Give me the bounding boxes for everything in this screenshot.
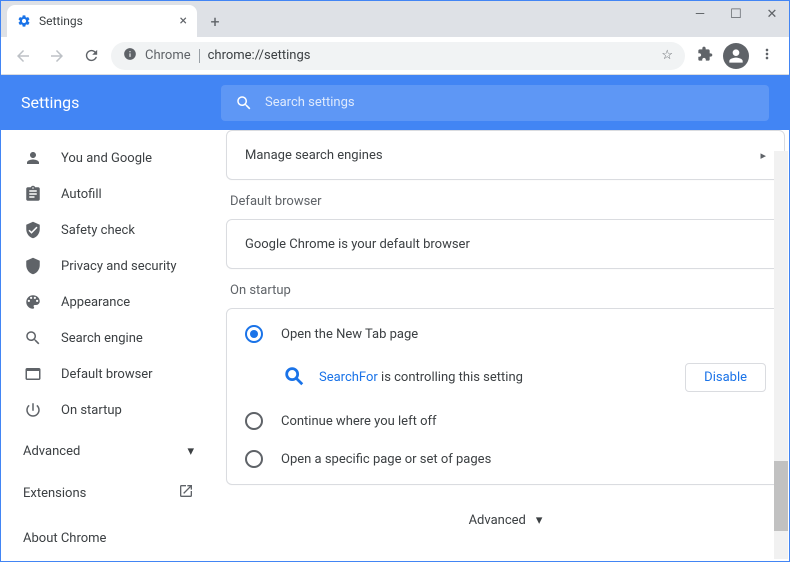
clipboard-icon bbox=[23, 184, 43, 204]
chevron-right-icon: ▸ bbox=[760, 149, 766, 162]
sidebar-item-privacy[interactable]: Privacy and security bbox=[1, 248, 216, 284]
advanced-label: Advanced bbox=[23, 444, 80, 459]
magnifier-icon bbox=[283, 365, 305, 391]
sidebar-item-default-browser[interactable]: Default browser bbox=[1, 356, 216, 392]
sidebar-item-label: You and Google bbox=[61, 151, 152, 166]
shield-check-icon bbox=[23, 220, 43, 240]
scroll-thumb[interactable] bbox=[774, 461, 788, 531]
back-button bbox=[9, 42, 37, 70]
scrollbar[interactable] bbox=[774, 151, 788, 559]
profile-avatar-icon[interactable] bbox=[723, 43, 749, 69]
sidebar: You and Google Autofill Safety check Pri… bbox=[1, 130, 216, 561]
chevron-down-icon: ▾ bbox=[187, 444, 194, 459]
tab-strip: Settings × + — ☐ ✕ bbox=[1, 1, 789, 37]
omnibox-product: Chrome bbox=[145, 48, 191, 63]
default-browser-text: Google Chrome is your default browser bbox=[245, 237, 470, 252]
sidebar-item-label: Search engine bbox=[61, 331, 143, 346]
address-bar: Chrome chrome://settings ☆ bbox=[1, 37, 789, 75]
radio-button[interactable] bbox=[245, 450, 263, 468]
close-icon[interactable]: × bbox=[180, 13, 187, 29]
search-settings-box[interactable] bbox=[221, 85, 769, 121]
startup-option-newtab[interactable]: Open the New Tab page bbox=[227, 315, 784, 353]
on-startup-section-label: On startup bbox=[230, 283, 785, 298]
option-label: Open the New Tab page bbox=[281, 327, 418, 342]
power-icon bbox=[23, 400, 43, 420]
default-browser-section-label: Default browser bbox=[230, 194, 785, 209]
startup-option-specific[interactable]: Open a specific page or set of pages bbox=[227, 440, 784, 478]
sidebar-item-label: Appearance bbox=[61, 295, 130, 310]
new-tab-button[interactable]: + bbox=[201, 7, 229, 35]
sidebar-item-label: Autofill bbox=[61, 187, 102, 202]
sidebar-about-link[interactable]: About Chrome bbox=[1, 517, 216, 560]
browser-icon bbox=[23, 364, 43, 384]
default-browser-card: Google Chrome is your default browser bbox=[226, 219, 785, 269]
menu-dots-icon[interactable] bbox=[759, 46, 775, 66]
settings-panel: Manage search engines ▸ Default browser … bbox=[216, 130, 789, 561]
omnibox-url: chrome://settings bbox=[208, 48, 654, 63]
tab-title: Settings bbox=[39, 14, 172, 28]
sidebar-extensions-link[interactable]: Extensions bbox=[1, 469, 216, 517]
settings-header: Settings bbox=[1, 75, 789, 130]
bookmark-star-icon[interactable]: ☆ bbox=[661, 48, 673, 63]
sidebar-item-label: Default browser bbox=[61, 367, 153, 382]
sidebar-item-safety-check[interactable]: Safety check bbox=[1, 212, 216, 248]
manage-search-label: Manage search engines bbox=[245, 148, 383, 163]
search-icon bbox=[23, 328, 43, 348]
minimize-button[interactable]: — bbox=[691, 7, 709, 22]
extensions-label: Extensions bbox=[23, 486, 86, 501]
advanced-label: Advanced bbox=[469, 513, 526, 528]
separator bbox=[199, 49, 200, 63]
sidebar-item-label: Privacy and security bbox=[61, 259, 177, 274]
info-icon bbox=[123, 47, 137, 65]
person-icon bbox=[23, 148, 43, 168]
radio-button[interactable] bbox=[245, 412, 263, 430]
advanced-toggle-bottom[interactable]: Advanced ▾ bbox=[226, 499, 785, 542]
window-controls: — ☐ ✕ bbox=[691, 7, 781, 22]
reload-button[interactable] bbox=[77, 42, 105, 70]
omnibox[interactable]: Chrome chrome://settings ☆ bbox=[111, 42, 685, 70]
external-link-icon bbox=[178, 483, 194, 503]
manage-search-card[interactable]: Manage search engines ▸ bbox=[226, 130, 785, 180]
on-startup-card: Open the New Tab page SearchFor is contr… bbox=[226, 308, 785, 485]
sidebar-item-appearance[interactable]: Appearance bbox=[1, 284, 216, 320]
extensions-puzzle-icon[interactable] bbox=[697, 46, 713, 66]
forward-button bbox=[43, 42, 71, 70]
browser-tab[interactable]: Settings × bbox=[7, 5, 197, 37]
extension-name-link[interactable]: SearchFor bbox=[319, 370, 378, 385]
gear-icon bbox=[17, 14, 31, 28]
sidebar-item-search-engine[interactable]: Search engine bbox=[1, 320, 216, 356]
option-label: Open a specific page or set of pages bbox=[281, 452, 491, 467]
sidebar-item-on-startup[interactable]: On startup bbox=[1, 392, 216, 428]
maximize-button[interactable]: ☐ bbox=[727, 7, 745, 22]
shield-icon bbox=[23, 256, 43, 276]
sidebar-item-label: On startup bbox=[61, 403, 122, 418]
search-icon bbox=[235, 94, 253, 112]
sidebar-item-label: Safety check bbox=[61, 223, 135, 238]
palette-icon bbox=[23, 292, 43, 312]
close-window-button[interactable]: ✕ bbox=[763, 7, 781, 22]
extension-controlling-notice: SearchFor is controlling this setting Di… bbox=[227, 353, 784, 402]
page-title: Settings bbox=[21, 93, 201, 112]
startup-option-continue[interactable]: Continue where you left off bbox=[227, 402, 784, 440]
disable-button[interactable]: Disable bbox=[685, 363, 766, 392]
sidebar-item-autofill[interactable]: Autofill bbox=[1, 176, 216, 212]
radio-button[interactable] bbox=[245, 325, 263, 343]
sidebar-advanced-toggle[interactable]: Advanced ▾ bbox=[1, 428, 216, 469]
controlling-text: is controlling this setting bbox=[378, 370, 523, 385]
chevron-down-icon: ▾ bbox=[536, 513, 543, 528]
search-settings-input[interactable] bbox=[265, 95, 755, 110]
about-label: About Chrome bbox=[23, 531, 106, 546]
option-label: Continue where you left off bbox=[281, 414, 437, 429]
sidebar-item-you-and-google[interactable]: You and Google bbox=[1, 140, 216, 176]
